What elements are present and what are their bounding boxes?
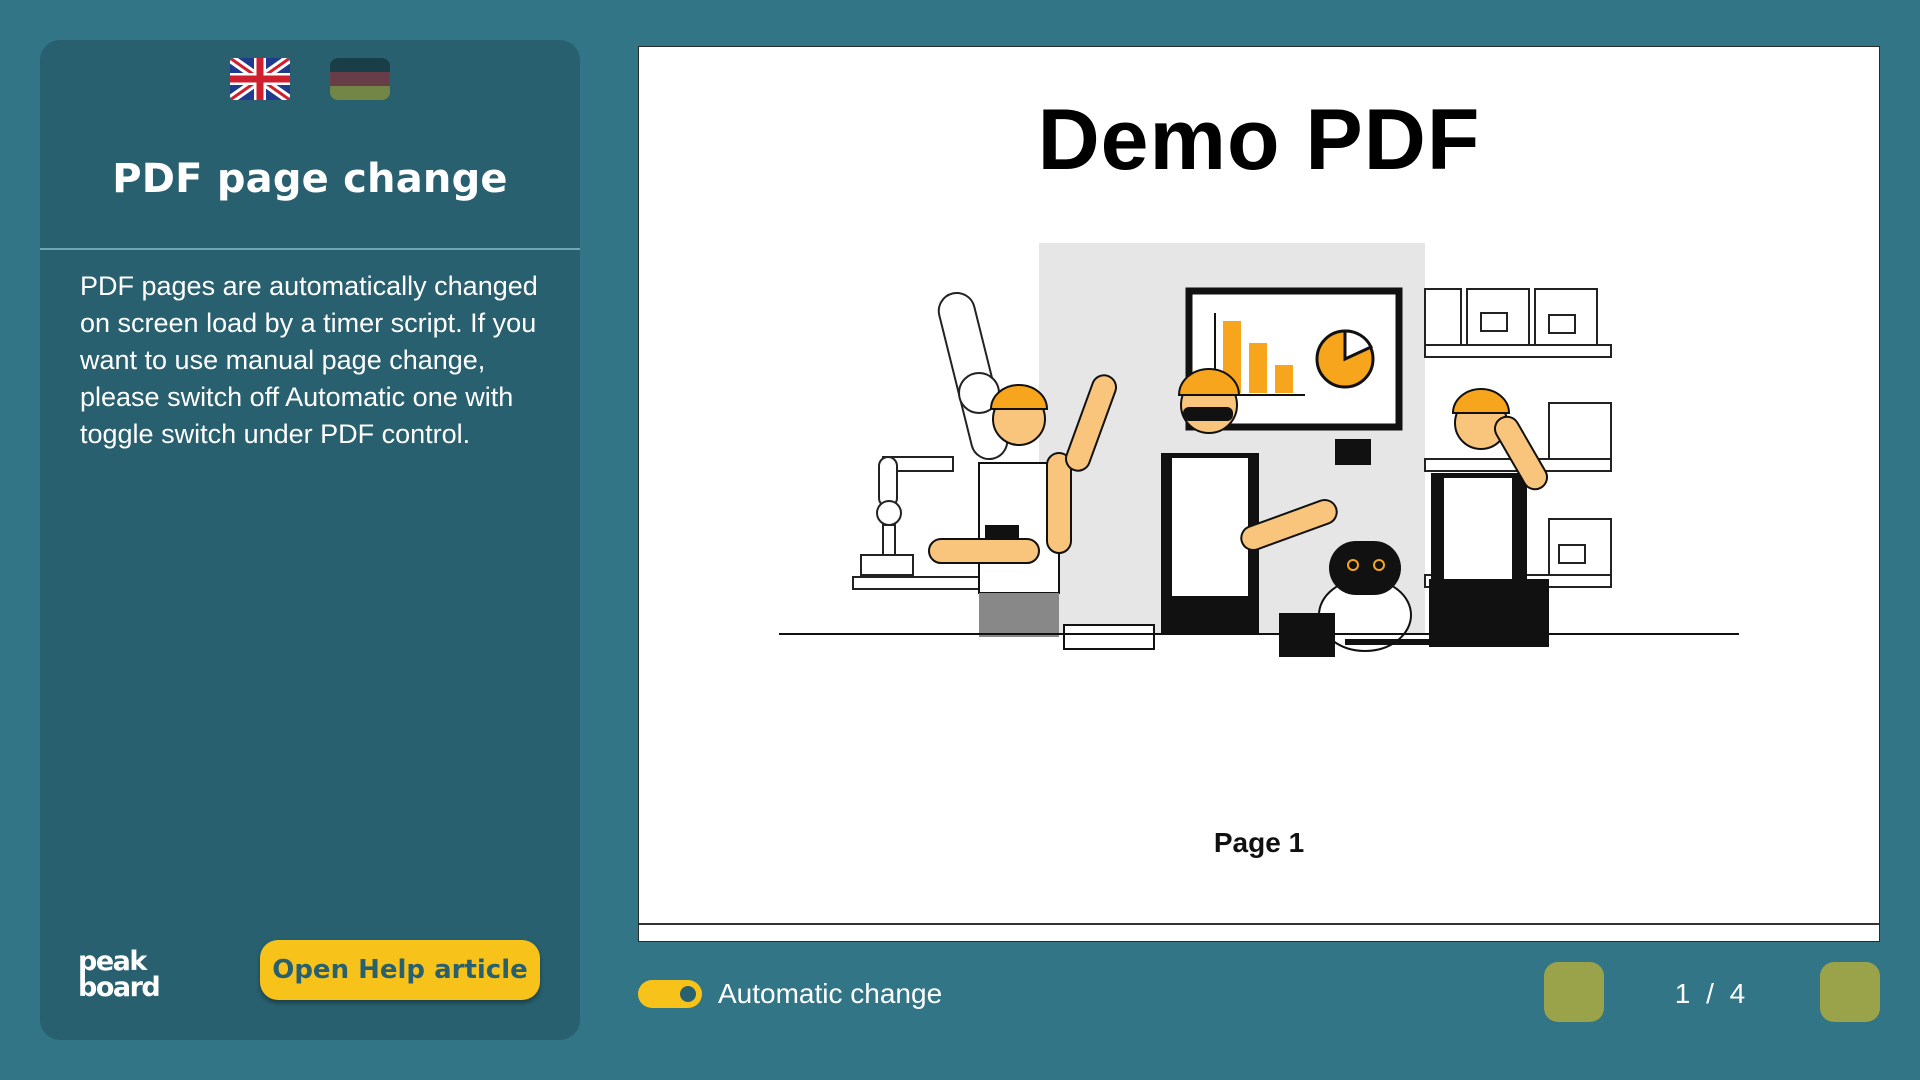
description-text: PDF pages are automatically changed on s…	[80, 271, 538, 449]
uk-flag-icon[interactable]	[230, 58, 290, 100]
automatic-change-label: Automatic change	[718, 978, 943, 1009]
peakboard-logo: peak board	[78, 944, 188, 1003]
laptop-graphic	[1429, 579, 1549, 647]
total-pages: 4	[1729, 978, 1746, 1009]
open-help-article-button[interactable]: Open Help article	[260, 940, 540, 1000]
page-separator: /	[1706, 978, 1714, 1009]
pdf-title: Demo PDF	[1037, 92, 1481, 188]
page-counter: 1 / 4	[1640, 978, 1780, 1010]
language-switcher	[40, 58, 580, 102]
pdf-page-edge	[639, 923, 1879, 925]
german-flag-icon[interactable]	[330, 58, 390, 100]
panel-title: PDF page change	[112, 156, 508, 202]
side-panel: PDF page change PDF pages are automatica…	[40, 40, 580, 1040]
next-page-button[interactable]	[1820, 962, 1880, 1022]
pdf-illustration	[779, 243, 1739, 657]
automatic-change-toggle[interactable]	[638, 980, 702, 1008]
pdf-page-label: Page 1	[1213, 827, 1305, 858]
current-page: 1	[1674, 978, 1691, 1009]
title-divider	[40, 248, 580, 250]
floor-line	[779, 633, 1739, 635]
device-box-graphic	[1063, 624, 1155, 650]
toggle-knob	[680, 986, 696, 1002]
svg-text:board: board	[78, 972, 159, 1000]
pdf-viewer[interactable]: Demo PDF Page 1	[638, 46, 1880, 942]
previous-page-button[interactable]	[1544, 962, 1604, 1022]
